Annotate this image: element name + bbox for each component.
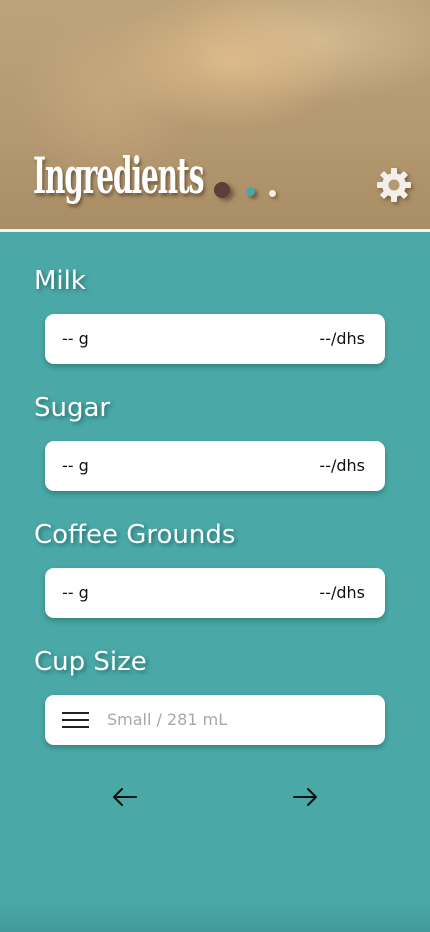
milk-quantity: -- g: [62, 329, 89, 348]
hamburger-menu-icon[interactable]: [62, 712, 89, 729]
arrow-right-icon[interactable]: [290, 782, 320, 812]
coffee-grounds-field[interactable]: -- g --/dhs: [45, 568, 385, 618]
milk-price: --/dhs: [319, 329, 365, 348]
cup-size-select[interactable]: Small / 281 mL: [45, 695, 385, 745]
page-title: Ingredients: [33, 146, 204, 205]
coffee-grounds-price: --/dhs: [319, 583, 365, 602]
header-banner: Ingredients: [0, 0, 430, 230]
sugar-field[interactable]: -- g --/dhs: [45, 441, 385, 491]
cup-size-label: Cup Size: [34, 647, 147, 677]
cup-size-value: Small / 281 mL: [107, 710, 228, 729]
sugar-quantity: -- g: [62, 456, 89, 475]
coffee-grounds-quantity: -- g: [62, 583, 89, 602]
page-indicator: [214, 182, 294, 202]
page-indicator-dot-3[interactable]: [269, 190, 276, 197]
arrow-left-icon[interactable]: [110, 782, 140, 812]
bottom-shade: [0, 900, 430, 932]
milk-field[interactable]: -- g --/dhs: [45, 314, 385, 364]
page-indicator-dot-1[interactable]: [214, 182, 230, 198]
gear-icon[interactable]: [376, 167, 412, 203]
header-divider: [0, 229, 430, 232]
page-indicator-dot-2[interactable]: [246, 187, 255, 196]
sugar-price: --/dhs: [319, 456, 365, 475]
coffee-grounds-label: Coffee Grounds: [34, 520, 236, 550]
sugar-label: Sugar: [34, 393, 111, 423]
milk-label: Milk: [34, 266, 86, 296]
